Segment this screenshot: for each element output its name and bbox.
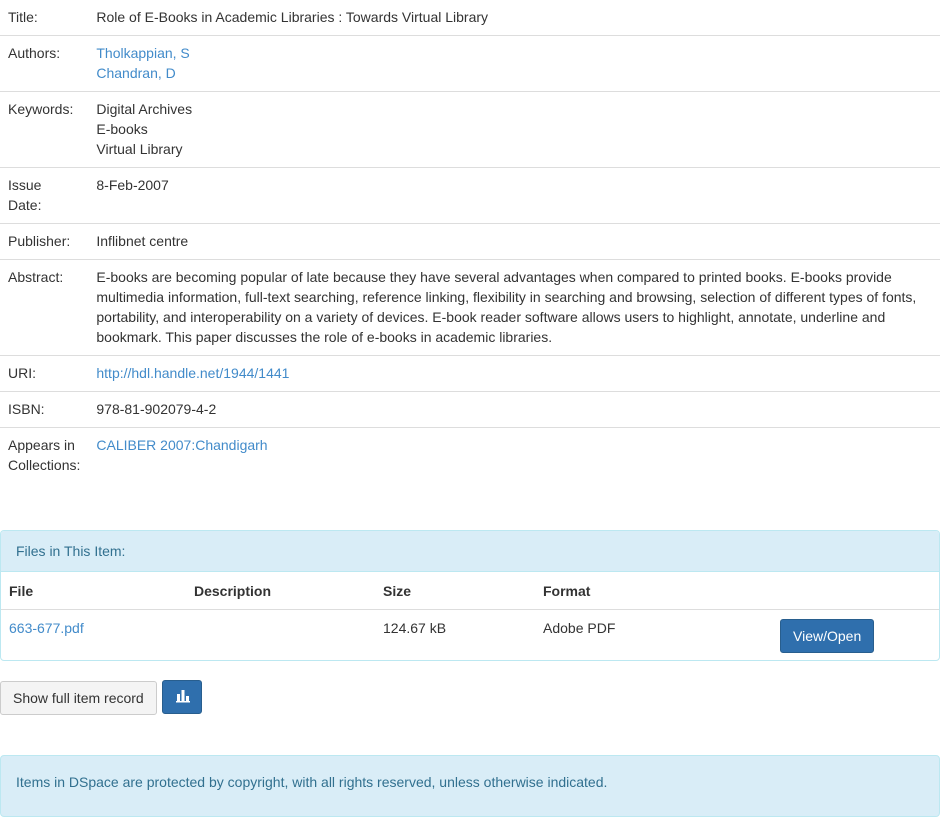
publisher-label: Publisher: <box>0 223 89 260</box>
collections-label-line: Collections: <box>8 457 81 473</box>
action-cell: View/Open <box>772 610 939 661</box>
keyword: E-books <box>96 121 148 137</box>
view-open-button[interactable]: View/Open <box>780 619 875 653</box>
collections-value: CALIBER 2007:Chandigarh <box>88 427 940 483</box>
statistics-button[interactable] <box>161 680 202 714</box>
metadata-row-uri: URI: http://hdl.handle.net/1944/1441 <box>0 355 940 392</box>
item-metadata-table: Title: Role of E-Books in Academic Libra… <box>0 0 940 483</box>
column-header-format: Format <box>535 572 772 610</box>
uri-label: URI: <box>0 355 89 392</box>
uri-link[interactable]: http://hdl.handle.net/1944/1441 <box>96 365 289 381</box>
column-header-description: Description <box>186 572 375 610</box>
issue-date-label-line: Issue <box>8 177 42 193</box>
author-link[interactable]: Chandran, D <box>96 63 920 83</box>
metadata-row-abstract: Abstract: E-books are becoming popular o… <box>0 259 940 356</box>
copyright-notice: Items in DSpace are protected by copyrig… <box>16 774 608 790</box>
metadata-row-collections: Appears in Collections: CALIBER 2007:Cha… <box>0 427 940 483</box>
issue-date-value: 8-Feb-2007 <box>88 167 940 224</box>
keywords-label: Keywords: <box>0 91 89 168</box>
table-row: 663-677.pdf 124.67 kB Adobe PDF View/Ope… <box>1 610 939 661</box>
uri-value: http://hdl.handle.net/1944/1441 <box>88 355 940 392</box>
isbn-value: 978-81-902079-4-2 <box>88 391 940 428</box>
isbn-label: ISBN: <box>0 391 89 428</box>
files-panel: Files in This Item: File Description Siz… <box>0 530 940 661</box>
size-cell: 124.67 kB <box>383 620 447 636</box>
format-cell: Adobe PDF <box>543 620 616 636</box>
column-header-file: File <box>1 572 186 610</box>
issue-date-label-line: Date: <box>8 197 42 213</box>
metadata-row-authors: Authors: Tholkappian, S Chandran, D <box>0 35 940 92</box>
publisher-value: Inflibnet centre <box>88 223 940 260</box>
abstract-label: Abstract: <box>0 259 89 356</box>
description-cell <box>186 610 375 661</box>
collection-link[interactable]: CALIBER 2007:Chandigarh <box>96 437 267 453</box>
collections-label: Appears in Collections: <box>0 427 89 483</box>
metadata-row-keywords: Keywords: Digital Archives E-books Virtu… <box>0 91 940 168</box>
column-header-size: Size <box>375 572 535 610</box>
show-full-record-button[interactable]: Show full item record <box>0 681 157 715</box>
files-table: File Description Size Format 663-677.pdf… <box>1 572 939 660</box>
metadata-row-publisher: Publisher: Inflibnet centre <box>0 223 940 260</box>
metadata-row-issue-date: Issue Date: 8-Feb-2007 <box>0 167 940 224</box>
copyright-notice-panel: Items in DSpace are protected by copyrig… <box>0 755 940 817</box>
author-link[interactable]: Tholkappian, S <box>96 43 920 63</box>
files-table-header: File Description Size Format <box>1 572 939 610</box>
files-panel-heading: Files in This Item: <box>1 531 939 572</box>
bar-chart-icon <box>175 690 190 703</box>
title-label: Title: <box>8 9 38 25</box>
issue-date-label: Issue Date: <box>0 167 89 224</box>
title-value: Role of E-Books in Academic Libraries : … <box>96 9 489 25</box>
metadata-row-isbn: ISBN: 978-81-902079-4-2 <box>0 391 940 428</box>
column-header-action <box>772 572 939 610</box>
authors-label: Authors: <box>0 35 89 92</box>
keywords-value: Digital Archives E-books Virtual Library <box>88 91 940 168</box>
file-link[interactable]: 663-677.pdf <box>9 620 84 636</box>
collections-label-line: Appears in <box>8 437 75 453</box>
item-actions: Show full item record <box>0 680 202 715</box>
keyword: Virtual Library <box>96 141 183 157</box>
keyword: Digital Archives <box>96 101 193 117</box>
file-cell: 663-677.pdf <box>1 610 186 661</box>
metadata-row-title: Title: Role of E-Books in Academic Libra… <box>0 0 940 36</box>
abstract-value: E-books are becoming popular of late bec… <box>88 259 940 356</box>
authors-value: Tholkappian, S Chandran, D <box>88 35 940 92</box>
